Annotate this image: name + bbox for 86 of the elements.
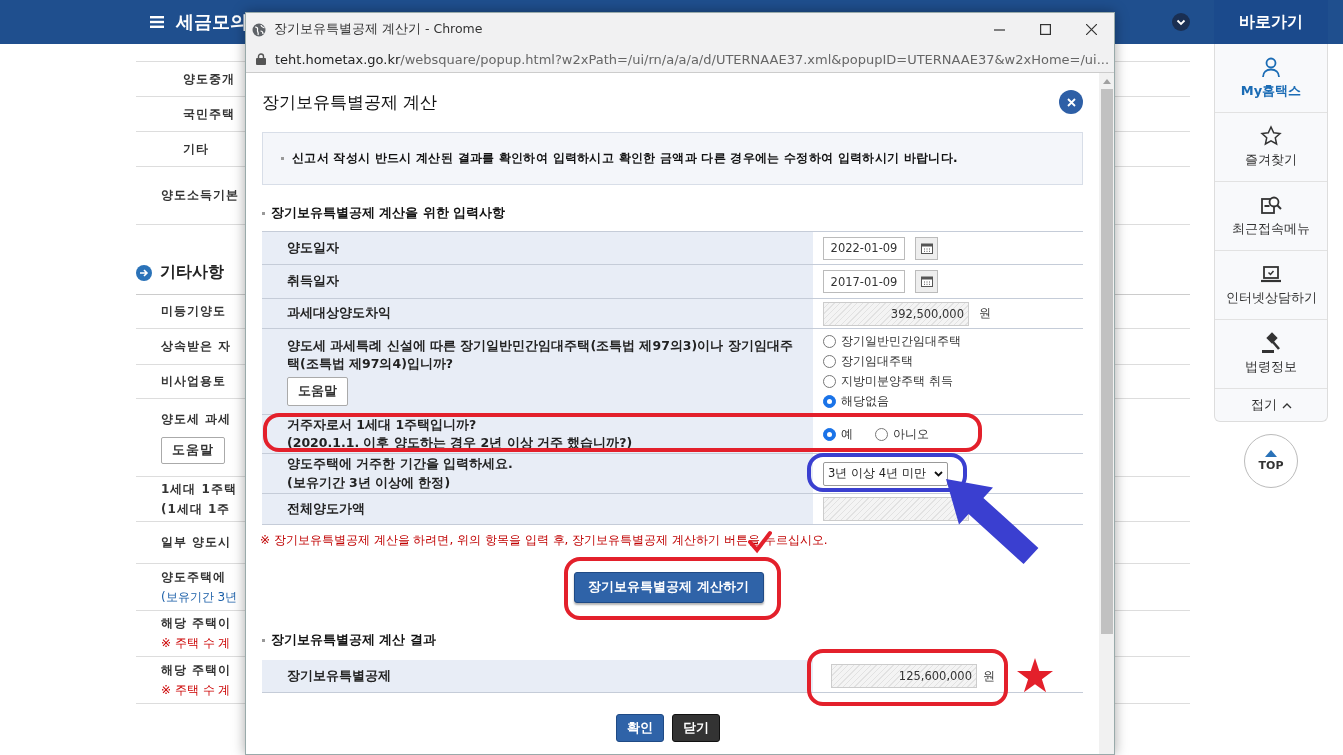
star-icon (1260, 125, 1282, 147)
row-label: 비사업용토 (161, 373, 226, 390)
row-label: 국민주택 (183, 105, 235, 123)
unit-label: 원 (979, 305, 991, 322)
radio-label[interactable]: 지방미분양주택 취득 (841, 373, 953, 390)
row-label: 장기보유특별공제 (287, 666, 391, 685)
sidebar-link[interactable]: 인터넷상담하기 (1215, 251, 1327, 320)
caret-down-icon (934, 470, 943, 477)
row-label: 전체양도가액 (287, 499, 365, 518)
gavel-icon (1260, 332, 1282, 354)
chevron-down-icon[interactable] (1172, 13, 1190, 31)
row-label: 과세대상양도차익 (287, 304, 391, 323)
date-field[interactable]: 2022-01-09 (823, 236, 905, 260)
row-label: (1세대 1주 (161, 500, 231, 518)
globe-icon (252, 22, 266, 37)
row-label: 양도세 과세 (161, 411, 232, 428)
calendar-icon (920, 242, 933, 254)
person-icon (1260, 56, 1282, 78)
warning-note: ※ 주택 수 계 (161, 635, 231, 652)
calculate-button[interactable]: 장기보유특별공제 계산하기 (573, 572, 764, 603)
amount-field: 392,500,000 (823, 301, 969, 326)
calendar-button[interactable] (915, 236, 938, 260)
scroll-up-icon[interactable] (1102, 79, 1111, 84)
row-label: 미등기양도 (161, 303, 226, 320)
sidebar-link[interactable]: 즐겨찾기 (1215, 113, 1327, 182)
amount-field: 125,600,000 (831, 664, 977, 688)
notice-text: 신고서 작성시 반드시 계산된 결과를 확인하여 입력하시고 확인한 금액과 다른 경우에는 수정하여 입력하시기 바랍니다. (292, 150, 958, 167)
date-field[interactable]: 2017-01-09 (823, 270, 905, 293)
caret-up-icon (1281, 401, 1292, 409)
row-label: 양도소득기본 (161, 187, 239, 204)
row-label: 양도일자 (287, 238, 339, 257)
section-title: 장기보유특별공제 계산 결과 (271, 631, 436, 649)
warning-note: ※ 주택 수 계 (161, 681, 231, 699)
menu-title[interactable]: 세금모의 (176, 10, 248, 34)
laptop-icon (1260, 263, 1282, 285)
radio-button[interactable] (823, 355, 836, 368)
row-label: 양도주택에 (161, 568, 226, 586)
row-label: 양도세 과세특례 신설에 따른 장기일반민간임대주택(조특법 제97의3)이나 장기임대주택(조특법 제97의4)입니까? (287, 336, 793, 373)
arrow-right-circle-icon (136, 264, 152, 281)
row-label: 해당 주택이 (161, 615, 232, 632)
radio-button[interactable] (875, 427, 888, 441)
section-title: 장기보유특별공제 계산을 위한 입력사항 (271, 204, 506, 222)
calendar-button[interactable] (915, 270, 938, 293)
radio-button[interactable] (823, 427, 836, 441)
help-button[interactable]: 도움말 (287, 377, 348, 407)
close-button[interactable] (1085, 24, 1097, 35)
sidebar-link[interactable]: My홈택스 (1215, 44, 1327, 113)
scrollbar-thumb[interactable] (1100, 89, 1113, 634)
sidebar-title: 바로가기 (1214, 0, 1328, 44)
row-label: 해당 주택이 (161, 661, 232, 679)
row-label: 양도주택에 거주한 기간을 입력하세요. (보유기간 3년 이상에 한정) (287, 455, 513, 492)
radio-button[interactable] (823, 375, 836, 388)
top-button[interactable]: TOP (1244, 434, 1298, 488)
close-icon (1066, 97, 1076, 107)
calendar-icon (920, 276, 933, 287)
sidebar-link[interactable]: 최근접속메뉴 (1215, 182, 1327, 251)
row-label: 취득일자 (287, 272, 339, 291)
menu-icon[interactable] (150, 15, 164, 29)
radio-label[interactable]: 장기일반민간임대주택 (841, 333, 961, 350)
search-document-icon (1260, 194, 1282, 216)
radio-label[interactable]: 아니오 (893, 425, 929, 443)
sidebar-link[interactable]: 법령정보 (1215, 320, 1327, 389)
confirm-button[interactable]: 확인 (615, 714, 664, 742)
select-field[interactable]: 3년 이상 4년 미만 (823, 461, 948, 486)
window-title: 장기보유특별공제 계산기 - Chrome (274, 21, 484, 38)
radio-label[interactable]: 장기임대주택 (841, 353, 913, 370)
unit-label: 원 (983, 667, 995, 685)
info-note: (보유기간 3년 (161, 588, 238, 606)
section-title: 기타사항 (160, 262, 224, 283)
close-button[interactable]: 닫기 (671, 714, 720, 742)
dialog-title: 장기보유특별공제 계산 (262, 90, 438, 114)
row-label: 상속받은 자 (161, 338, 232, 355)
radio-label[interactable]: 해당없음 (841, 393, 889, 410)
triangle-up-icon (1265, 450, 1277, 457)
lock-icon (256, 53, 266, 65)
row-label: 양도중개 (183, 70, 235, 88)
row-label: 기타 (183, 140, 209, 158)
close-button[interactable] (1059, 90, 1083, 114)
help-button[interactable]: 도움말 (161, 437, 225, 464)
radio-label[interactable]: 예 (841, 425, 853, 443)
row-label: 일부 양도시 (161, 534, 232, 551)
radio-button[interactable] (823, 395, 836, 408)
collapse-button[interactable]: 접기 (1215, 389, 1327, 421)
maximize-button[interactable] (1039, 24, 1051, 35)
row-label: 1세대 1주택 (161, 480, 237, 498)
radio-button[interactable] (823, 335, 836, 348)
